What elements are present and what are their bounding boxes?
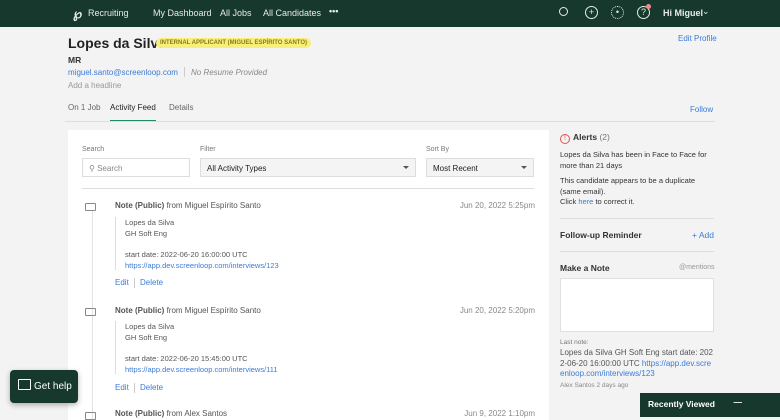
note-author: from Miguel Espírito Santo xyxy=(166,306,261,315)
chat-icon xyxy=(18,379,31,390)
note-date: Jun 20, 2022 5:25pm xyxy=(459,201,535,210)
alerts-section: ! Alerts (2) Lopes da Silva has been in F… xyxy=(560,132,714,208)
note-body: Lopes da Silva GH Soft Eng start date: 202… xyxy=(115,321,278,374)
alert-item: This candidate appears to be a duplicate… xyxy=(560,176,696,196)
recently-viewed-title: Recently Viewed xyxy=(648,399,715,409)
gear-icon[interactable]: • xyxy=(611,6,624,19)
app-name[interactable]: Recruiting xyxy=(88,8,129,18)
email-link[interactable]: miguel.santo@screenloop.com xyxy=(68,68,178,77)
notification-dot xyxy=(646,4,651,9)
last-note-author: Alex Santos 2 days ago xyxy=(560,382,629,389)
mentions-hint: @mentions xyxy=(679,264,715,271)
internal-applicant-badge: INTERNAL APPLICANT (MIGUEL ESPÍRITO SANT… xyxy=(156,38,312,48)
search-input[interactable]: ⚲ Search xyxy=(82,158,190,177)
followup-title: Follow-up Reminder xyxy=(560,230,642,240)
divider xyxy=(184,67,185,77)
alert-item: Lopes da Silva has been in Face to Face … xyxy=(560,150,707,170)
resume-status: No Resume Provided xyxy=(191,68,268,77)
recently-viewed-panel[interactable]: Recently Viewed — xyxy=(640,393,780,417)
note-date: Jun 20, 2022 5:20pm xyxy=(459,306,535,315)
filter-label: Filter xyxy=(200,146,216,153)
alerts-count: (2) xyxy=(599,132,610,142)
edit-note-button[interactable]: Edit xyxy=(115,278,129,287)
sort-select[interactable]: Most Recent xyxy=(426,158,534,177)
note-textarea[interactable] xyxy=(560,278,714,332)
nav-all-jobs[interactable]: All Jobs xyxy=(220,8,252,18)
nav-all-candidates[interactable]: All Candidates xyxy=(263,8,321,18)
sort-label: Sort By xyxy=(426,146,449,153)
filter-select[interactable]: All Activity Types xyxy=(200,158,416,177)
logo-icon: ℘ xyxy=(73,6,83,21)
edit-note-button[interactable]: Edit xyxy=(115,383,129,392)
activity-feed-card: Search ⚲ Search Filter All Activity Type… xyxy=(68,130,549,420)
top-nav: ℘ Recruiting My Dashboard All Jobs All C… xyxy=(0,0,780,27)
follow-link[interactable]: Follow xyxy=(690,105,713,114)
alerts-title: Alerts xyxy=(573,132,598,142)
search-icon[interactable] xyxy=(559,7,568,16)
alert-item: Click here to correct it. xyxy=(560,197,635,206)
last-note-label: Last note: xyxy=(560,339,589,346)
tab-on-1-job[interactable]: On 1 Job xyxy=(68,103,100,112)
search-icon: ⚲ xyxy=(89,164,95,173)
note-link[interactable]: https://app.dev.screenloop.com/interview… xyxy=(125,364,278,375)
note-icon xyxy=(85,308,96,316)
note-link[interactable]: https://app.dev.screenloop.com/interview… xyxy=(125,260,279,271)
nav-my-dashboard[interactable]: My Dashboard xyxy=(153,8,212,18)
alert-icon: ! xyxy=(560,134,570,144)
note-icon xyxy=(85,203,96,211)
correct-duplicate-link[interactable]: here xyxy=(578,197,593,206)
tabs-divider xyxy=(65,121,715,122)
note-body: Lopes da Silva GH Soft Eng start date: 202… xyxy=(115,217,279,270)
caret-down-icon xyxy=(521,166,527,169)
delete-note-button[interactable]: Delete xyxy=(140,383,163,392)
get-help-button[interactable]: Get help xyxy=(10,370,78,403)
add-followup-button[interactable]: + Add xyxy=(692,230,714,240)
candidate-name: Lopes da Silva xyxy=(68,35,167,51)
add-headline[interactable]: Add a headline xyxy=(68,81,121,90)
user-menu[interactable]: Hi Miguel xyxy=(663,8,703,18)
note-title: Note (Public) xyxy=(115,306,165,315)
caret-down-icon xyxy=(403,166,409,169)
search-label: Search xyxy=(82,146,105,153)
note-title: Note (Public) xyxy=(115,201,165,210)
delete-note-button[interactable]: Delete xyxy=(140,278,163,287)
note-author: from Miguel Espírito Santo xyxy=(166,201,261,210)
tab-activity-feed[interactable]: Activity Feed xyxy=(110,103,156,122)
more-menu[interactable]: ••• xyxy=(329,6,338,16)
initials: MR xyxy=(68,55,82,65)
plus-circle-icon[interactable]: + xyxy=(585,6,598,19)
chevron-down-icon[interactable]: ⌄ xyxy=(702,6,710,17)
tab-details[interactable]: Details xyxy=(169,103,193,112)
minimize-icon[interactable]: — xyxy=(734,397,743,407)
last-note: Lopes da Silva GH Soft Eng start date: 2… xyxy=(560,348,713,378)
edit-profile-link[interactable]: Edit Profile xyxy=(678,34,717,43)
note-icon xyxy=(85,412,96,420)
